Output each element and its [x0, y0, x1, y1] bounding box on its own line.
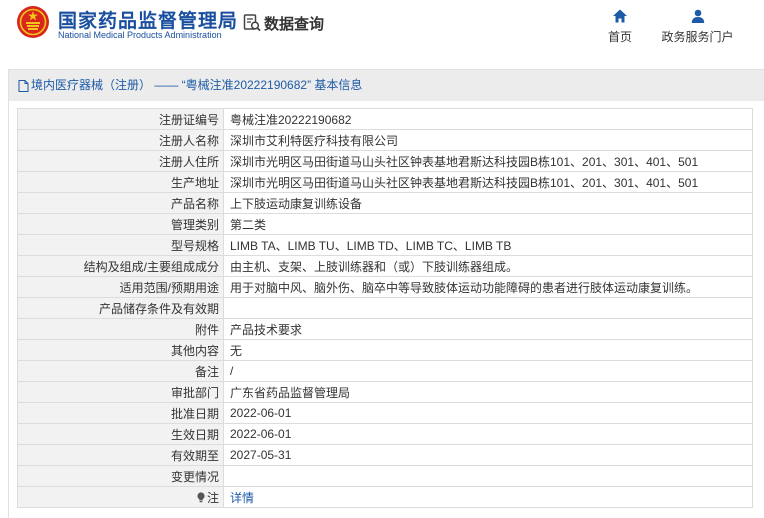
details-link[interactable]: 详情 — [230, 491, 254, 505]
row-label-management-category: 管理类别 — [17, 213, 224, 235]
row-value-model-spec: LIMB TA、LIMB TU、LIMB TD、LIMB TC、LIMB TB — [223, 234, 753, 256]
table-row: 有效期至 2027-05-31 — [17, 444, 753, 466]
row-label-product-name: 产品名称 — [17, 192, 224, 214]
site-name-en: National Medical Products Administration — [58, 30, 222, 40]
row-value-structure: 由主机、支架、上肢训练器和（或）下肢训练器组成。 — [223, 255, 753, 277]
row-label-changes: 变更情况 — [17, 465, 224, 487]
row-value-changes — [223, 465, 753, 487]
table-row: 适用范围/预期用途 用于对脑中风、脑外伤、脑卒中等导致肢体运动功能障碍的患者进行肢… — [17, 276, 753, 298]
table-row: 生产地址 深圳市光明区马田街道马山头社区钟表基地君斯达科技园B栋101、201、3… — [17, 171, 753, 193]
table-row: 其他内容无 — [17, 339, 753, 361]
row-value-approval-dept: 广东省药品监督管理局 — [223, 381, 753, 403]
nav-gov-services[interactable]: 政务服务门户 — [655, 8, 740, 45]
row-label-production-address: 生产地址 — [17, 171, 224, 193]
row-label-expiry-date: 有效期至 — [17, 444, 224, 466]
row-label-approval-date: 批准日期 — [17, 402, 224, 424]
row-value-intended-use: 用于对脑中风、脑外伤、脑卒中等导致肢体运动功能障碍的患者进行肢体运动康复训练。 — [223, 276, 753, 298]
table-row: 注册人名称 深圳市艾利特医疗科技有限公司 — [17, 129, 753, 151]
table-row: 备注 / — [17, 360, 753, 382]
table-row: 批准日期 2022-06-01 — [17, 402, 753, 424]
row-value-note: 详情 — [223, 486, 753, 508]
nav-home[interactable]: 首页 — [585, 8, 655, 45]
row-value-storage — [223, 297, 753, 319]
table-row: 型号规格 LIMB TA、LIMB TU、LIMB TD、LIMB TC、LIMB… — [17, 234, 753, 256]
row-label-note: 注 — [17, 486, 224, 508]
table-row: 生效日期 2022-06-01 — [17, 423, 753, 445]
data-query-link[interactable]: 数据查询 — [242, 11, 324, 35]
row-label-remarks: 备注 — [17, 360, 224, 382]
row-label-model-spec: 型号规格 — [17, 234, 224, 256]
table-row: 产品名称 上下肢运动康复训练设备 — [17, 192, 753, 214]
table-row: 注册证编号 粤械注准20222190682 — [17, 108, 753, 130]
info-table: 注册证编号 粤械注准20222190682 注册人名称 深圳市艾利特医疗科技有限公司… — [17, 108, 753, 508]
table-row: 结构及组成/主要组成成分 由主机、支架、上肢训练器和（或）下肢训练器组成。 — [17, 255, 753, 277]
detail-panel: 境内医疗器械（注册） —— “粤械注准20222190682” 基本信息 注册证… — [8, 69, 764, 518]
row-value-registration-number: 粤械注准20222190682 — [223, 108, 753, 130]
table-row: 管理类别 第二类 — [17, 213, 753, 235]
panel-title-text: 境内医疗器械（注册） —— “粤械注准20222190682” 基本信息 — [31, 78, 363, 92]
row-label-intended-use: 适用范围/预期用途 — [17, 276, 224, 298]
document-search-icon — [243, 14, 261, 32]
row-value-other: 无 — [223, 339, 753, 361]
row-value-product-name: 上下肢运动康复训练设备 — [223, 192, 753, 214]
row-value-production-address: 深圳市光明区马田街道马山头社区钟表基地君斯达科技园B栋101、201、301、4… — [223, 171, 753, 193]
row-value-registrant-name: 深圳市艾利特医疗科技有限公司 — [223, 129, 753, 151]
table-row: 产品储存条件及有效期 — [17, 297, 753, 319]
row-value-effective-date: 2022-06-01 — [223, 423, 753, 445]
row-label-registrant-address: 注册人住所 — [17, 150, 224, 172]
lightbulb-icon — [197, 491, 205, 502]
row-label-registration-number: 注册证编号 — [17, 108, 224, 130]
row-label-approval-dept: 审批部门 — [17, 381, 224, 403]
row-value-attachment: 产品技术要求 — [223, 318, 753, 340]
table-row: 变更情况 — [17, 465, 753, 487]
table-row: 审批部门 广东省药品监督管理局 — [17, 381, 753, 403]
note-label-text: 注 — [206, 490, 219, 505]
row-label-attachment: 附件 — [17, 318, 224, 340]
data-query-label: 数据查询 — [264, 15, 325, 33]
row-value-remarks: / — [223, 360, 753, 382]
site-name-cn: 国家药品监督管理局 — [58, 11, 239, 32]
document-icon — [18, 79, 29, 92]
row-label-structure: 结构及组成/主要组成成分 — [17, 255, 224, 277]
row-value-management-category: 第二类 — [223, 213, 753, 235]
table-row: 注 详情 — [17, 486, 753, 508]
home-icon — [613, 9, 627, 23]
row-value-registrant-address: 深圳市光明区马田街道马山头社区钟表基地君斯达科技园B栋101、201、301、4… — [223, 150, 753, 172]
user-icon — [691, 9, 704, 23]
row-value-expiry-date: 2027-05-31 — [223, 444, 753, 466]
panel-title: 境内医疗器械（注册） —— “粤械注准20222190682” 基本信息 — [9, 70, 764, 101]
row-label-effective-date: 生效日期 — [17, 423, 224, 445]
nav-gov-services-label: 政务服务门户 — [661, 30, 734, 44]
table-row: 附件 产品技术要求 — [17, 318, 753, 340]
row-label-storage: 产品储存条件及有效期 — [17, 297, 224, 319]
row-value-approval-date: 2022-06-01 — [223, 402, 753, 424]
national-emblem-icon — [17, 6, 49, 38]
row-label-other: 其他内容 — [17, 339, 224, 361]
site-header: 国家药品监督管理局 National Medical Products Admi… — [0, 0, 764, 60]
row-label-registrant-name: 注册人名称 — [17, 129, 224, 151]
nav-home-label: 首页 — [607, 30, 632, 44]
table-row: 注册人住所 深圳市光明区马田街道马山头社区钟表基地君斯达科技园B栋101、201、… — [17, 150, 753, 172]
